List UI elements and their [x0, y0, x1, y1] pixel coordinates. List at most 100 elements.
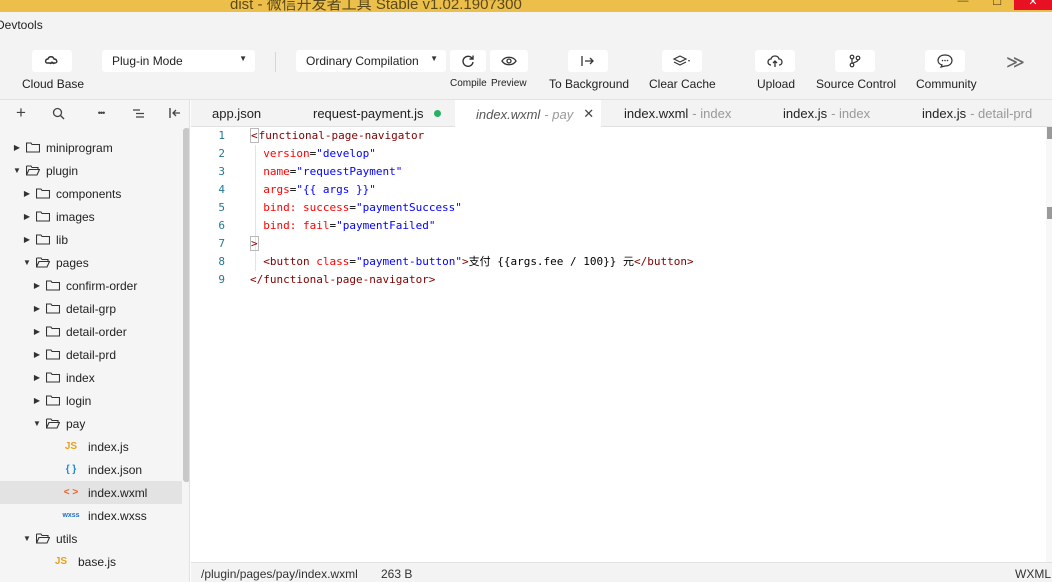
- search-icon[interactable]: [49, 104, 67, 122]
- explorer-scrollbar-thumb[interactable]: [183, 128, 189, 482]
- tree-item-images[interactable]: ▶ images: [0, 205, 182, 228]
- code-token: >: [250, 236, 259, 251]
- eye-icon: [501, 56, 517, 66]
- chevron-down-icon[interactable]: ▼: [22, 258, 32, 267]
- collapse-all-icon[interactable]: [129, 104, 147, 122]
- chevron-right-icon[interactable]: ▶: [22, 212, 32, 221]
- code-token: "requestPayment": [296, 165, 403, 178]
- cloud-base-button[interactable]: [32, 50, 72, 72]
- more-tools-icon[interactable]: ≫: [1006, 52, 1025, 73]
- chevron-right-icon[interactable]: ▶: [32, 281, 42, 290]
- community-label: Community: [916, 77, 977, 91]
- window-title: dist - 微信开发者工具 Stable v1.02.1907300: [230, 0, 522, 12]
- code-token: "payment-button": [355, 255, 462, 268]
- close-window-button[interactable]: ✕: [1014, 0, 1052, 10]
- folder-open-icon: [36, 533, 50, 544]
- editor-scrollbar[interactable]: [1046, 127, 1052, 562]
- more-options-icon[interactable]: •••: [92, 104, 110, 122]
- tree-item-index-js[interactable]: JS index.js: [0, 435, 182, 458]
- tab-app-json[interactable]: app.json: [212, 100, 261, 127]
- layers-icon: [672, 55, 690, 66]
- tree-item-miniprogram[interactable]: ▶ miniprogram: [0, 136, 182, 159]
- code-text: name="requestPayment": [250, 163, 402, 181]
- chevron-right-icon[interactable]: ▶: [32, 350, 42, 359]
- chevron-down-icon[interactable]: ▼: [32, 419, 42, 428]
- language-mode[interactable]: WXML: [1015, 567, 1051, 581]
- tab-index-wxml-pay[interactable]: index.wxml - pay ✕: [455, 100, 601, 128]
- tree-item-pay[interactable]: ▼ pay: [0, 412, 182, 435]
- chevron-right-icon[interactable]: ▶: [32, 304, 42, 313]
- folder-open-icon: [26, 165, 40, 176]
- chevron-right-icon[interactable]: ▶: [22, 235, 32, 244]
- upload-label: Upload: [757, 77, 796, 91]
- upload-button[interactable]: [755, 50, 795, 72]
- chevron-down-icon[interactable]: ▼: [22, 534, 32, 543]
- chevron-right-icon[interactable]: ▶: [32, 373, 42, 382]
- tree-item-label: login: [66, 393, 92, 408]
- code-token: "paymentSuccess": [355, 201, 462, 214]
- tree-item-index-json[interactable]: { } index.json: [0, 458, 182, 481]
- tree-item-detail-order[interactable]: ▶ detail-order: [0, 320, 182, 343]
- add-file-icon[interactable]: +: [12, 103, 30, 122]
- chevron-right-icon[interactable]: ▶: [32, 327, 42, 336]
- tree-item-detail-grp[interactable]: ▶ detail-grp: [0, 297, 182, 320]
- tree-item-detail-prd[interactable]: ▶ detail-prd: [0, 343, 182, 366]
- code-token: version: [250, 147, 310, 160]
- tree-item-plugin[interactable]: ▼ plugin: [0, 159, 182, 182]
- preview-button[interactable]: [490, 50, 528, 72]
- code-token: "paymentFailed": [336, 219, 436, 232]
- code-line: 1 <functional-page-navigator: [191, 127, 1046, 145]
- menu-devtools[interactable]: Devtools: [0, 18, 43, 32]
- community-button[interactable]: [925, 50, 965, 72]
- tree-item-lib[interactable]: ▶ lib: [0, 228, 182, 251]
- toggle-sidebar-icon[interactable]: [166, 104, 184, 122]
- code-token: <: [250, 128, 259, 143]
- tree-item-confirm-order[interactable]: ▶ confirm-order: [0, 274, 182, 297]
- tab-request-payment-js[interactable]: request-payment.js: [313, 100, 441, 127]
- to-background-button[interactable]: [568, 50, 608, 72]
- folder-icon: [26, 142, 40, 153]
- maximize-button[interactable]: ☐: [980, 0, 1014, 10]
- tree-item-label: index: [66, 370, 95, 385]
- clear-cache-button[interactable]: [662, 50, 702, 72]
- chevron-down-icon[interactable]: ▼: [12, 166, 22, 175]
- tree-item-index-wxml[interactable]: < > index.wxml: [0, 481, 182, 504]
- json-file-icon: { }: [65, 464, 77, 475]
- tree-item-label: detail-order: [66, 324, 127, 339]
- tab-index-js-detail-prd[interactable]: index.js - detail-prd: [922, 100, 1032, 127]
- source-control-label: Source Control: [816, 77, 897, 91]
- minimize-button[interactable]: —: [946, 0, 980, 10]
- close-tab-icon[interactable]: ✕: [583, 106, 594, 122]
- code-text: >: [250, 235, 259, 253]
- file-tree: ▶ miniprogram ▼ plugin ▶ components ▶ images ▶ li…: [0, 136, 182, 573]
- explorer-scrollbar[interactable]: [182, 128, 189, 582]
- chevron-right-icon[interactable]: ▶: [32, 396, 42, 405]
- code-text: </functional-page-navigator>: [250, 271, 435, 289]
- tree-item-components[interactable]: ▶ components: [0, 182, 182, 205]
- code-line: 2 version="develop": [191, 145, 1046, 163]
- code-line: 6 bind: fail="paymentFailed": [191, 217, 1046, 235]
- status-bar: /plugin/pages/pay/index.wxml 263 B WXML: [191, 562, 1052, 582]
- compile-button[interactable]: [450, 50, 486, 72]
- tab-index-wxml-index[interactable]: index.wxml - index: [624, 100, 731, 127]
- code-token: "develop": [316, 147, 376, 160]
- file-path: /plugin/pages/pay/index.wxml: [201, 567, 358, 581]
- tree-item-index[interactable]: ▶ index: [0, 366, 182, 389]
- source-control-button[interactable]: [835, 50, 875, 72]
- code-editor[interactable]: 1 <functional-page-navigator 2 version="de…: [191, 127, 1052, 562]
- tree-item-pages[interactable]: ▼ pages: [0, 251, 182, 274]
- tree-item-login[interactable]: ▶ login: [0, 389, 182, 412]
- file-size: 263 B: [381, 567, 413, 581]
- tree-item-label: base.js: [78, 554, 117, 569]
- tab-index-js-index[interactable]: index.js - index: [783, 100, 870, 127]
- chevron-right-icon[interactable]: ▶: [22, 189, 32, 198]
- tree-item-base-js[interactable]: JS base.js: [0, 550, 182, 573]
- chevron-right-icon[interactable]: ▶: [12, 143, 22, 152]
- line-number: 5: [218, 201, 225, 214]
- tree-item-utils[interactable]: ▼ utils: [0, 527, 182, 550]
- mode-select[interactable]: Plug-in Mode ▼: [102, 50, 255, 72]
- line-number: 6: [218, 219, 225, 232]
- send-to-background-icon: [581, 56, 594, 66]
- compile-mode-select[interactable]: Ordinary Compilation ▼: [296, 50, 446, 72]
- tree-item-index-wxss[interactable]: wxss index.wxss: [0, 504, 182, 527]
